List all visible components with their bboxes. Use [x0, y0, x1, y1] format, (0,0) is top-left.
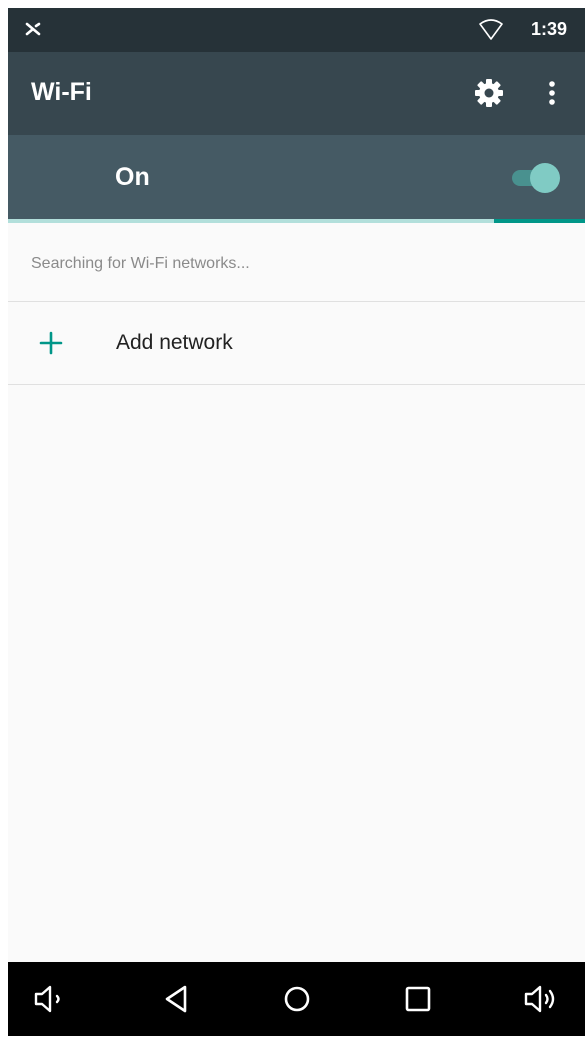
- more-vert-icon[interactable]: [540, 76, 564, 110]
- phone-screen: 1:39 Wi-Fi On Searching for Wi-Fi networ…: [8, 8, 585, 1036]
- wifi-switch-bar[interactable]: On: [8, 135, 585, 219]
- status-bar: 1:39: [8, 8, 585, 52]
- wifi-signal-icon: [478, 19, 504, 41]
- page-title: Wi-Fi: [31, 78, 92, 106]
- back-icon[interactable]: [157, 979, 197, 1019]
- searching-status-row: Searching for Wi-Fi networks...: [8, 223, 585, 302]
- navigation-bar: [8, 962, 585, 1036]
- app-toolbar: Wi-Fi: [8, 52, 585, 135]
- add-network-row[interactable]: Add network: [8, 302, 585, 385]
- x-notification-icon: [24, 20, 42, 38]
- volume-up-icon[interactable]: [522, 979, 562, 1019]
- toggle-thumb: [530, 163, 560, 193]
- network-list: Searching for Wi-Fi networks... Add netw…: [8, 223, 585, 385]
- add-network-label: Add network: [116, 331, 233, 354]
- status-time: 1:39: [531, 19, 568, 39]
- gear-icon[interactable]: [472, 76, 506, 110]
- switch-label: On: [115, 163, 150, 191]
- searching-status-text: Searching for Wi-Fi networks...: [31, 255, 250, 272]
- volume-down-icon[interactable]: [30, 979, 70, 1019]
- home-icon[interactable]: [277, 979, 317, 1019]
- plus-icon: [38, 330, 64, 356]
- recents-icon[interactable]: [398, 979, 438, 1019]
- wifi-toggle[interactable]: [508, 163, 560, 193]
